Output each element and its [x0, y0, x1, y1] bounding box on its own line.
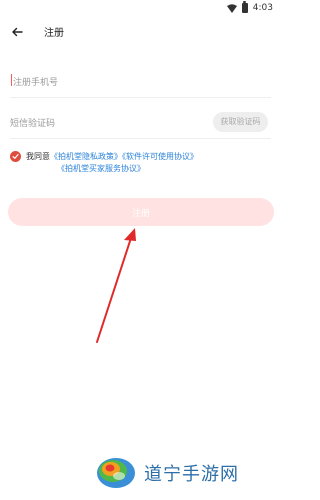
back-arrow-icon[interactable]	[9, 24, 25, 40]
check-icon	[12, 154, 19, 159]
privacy-policy-link[interactable]: 《拍机堂隐私政策》	[50, 152, 122, 161]
app-header: 注册	[0, 18, 281, 46]
battery-icon	[241, 1, 248, 13]
watermark-logo	[97, 458, 135, 488]
buyer-service-agreement-link[interactable]: 《拍机堂买家服务协议》	[57, 163, 145, 174]
status-time: 4:03	[252, 3, 273, 13]
sms-code-placeholder: 短信验证码	[10, 119, 56, 129]
sms-code-field[interactable]: 短信验证码 获取验证码	[10, 104, 271, 139]
license-agreement-link[interactable]: 《软件许可使用协议》	[122, 152, 198, 161]
watermark: 道宁手游网	[94, 448, 279, 494]
wifi-icon	[226, 3, 237, 13]
watermark-text: 道宁手游网	[144, 464, 239, 485]
status-icons: 4:03	[226, 1, 273, 13]
phone-placeholder: 注册手机号	[13, 78, 59, 88]
agree-checkbox[interactable]	[10, 151, 21, 162]
text-cursor	[11, 74, 12, 86]
get-code-button[interactable]: 获取验证码	[213, 112, 268, 132]
phone-field[interactable]: 注册手机号	[10, 63, 271, 98]
status-bar: 4:03	[0, 0, 281, 18]
agreement-text: 我同意《拍机堂隐私政策》《软件许可使用协议》	[26, 151, 198, 162]
page-title: 注册	[44, 28, 64, 39]
register-button-label: 注册	[131, 209, 150, 219]
register-button[interactable]: 注册	[8, 198, 274, 226]
agreement-prefix: 我同意	[26, 152, 50, 161]
